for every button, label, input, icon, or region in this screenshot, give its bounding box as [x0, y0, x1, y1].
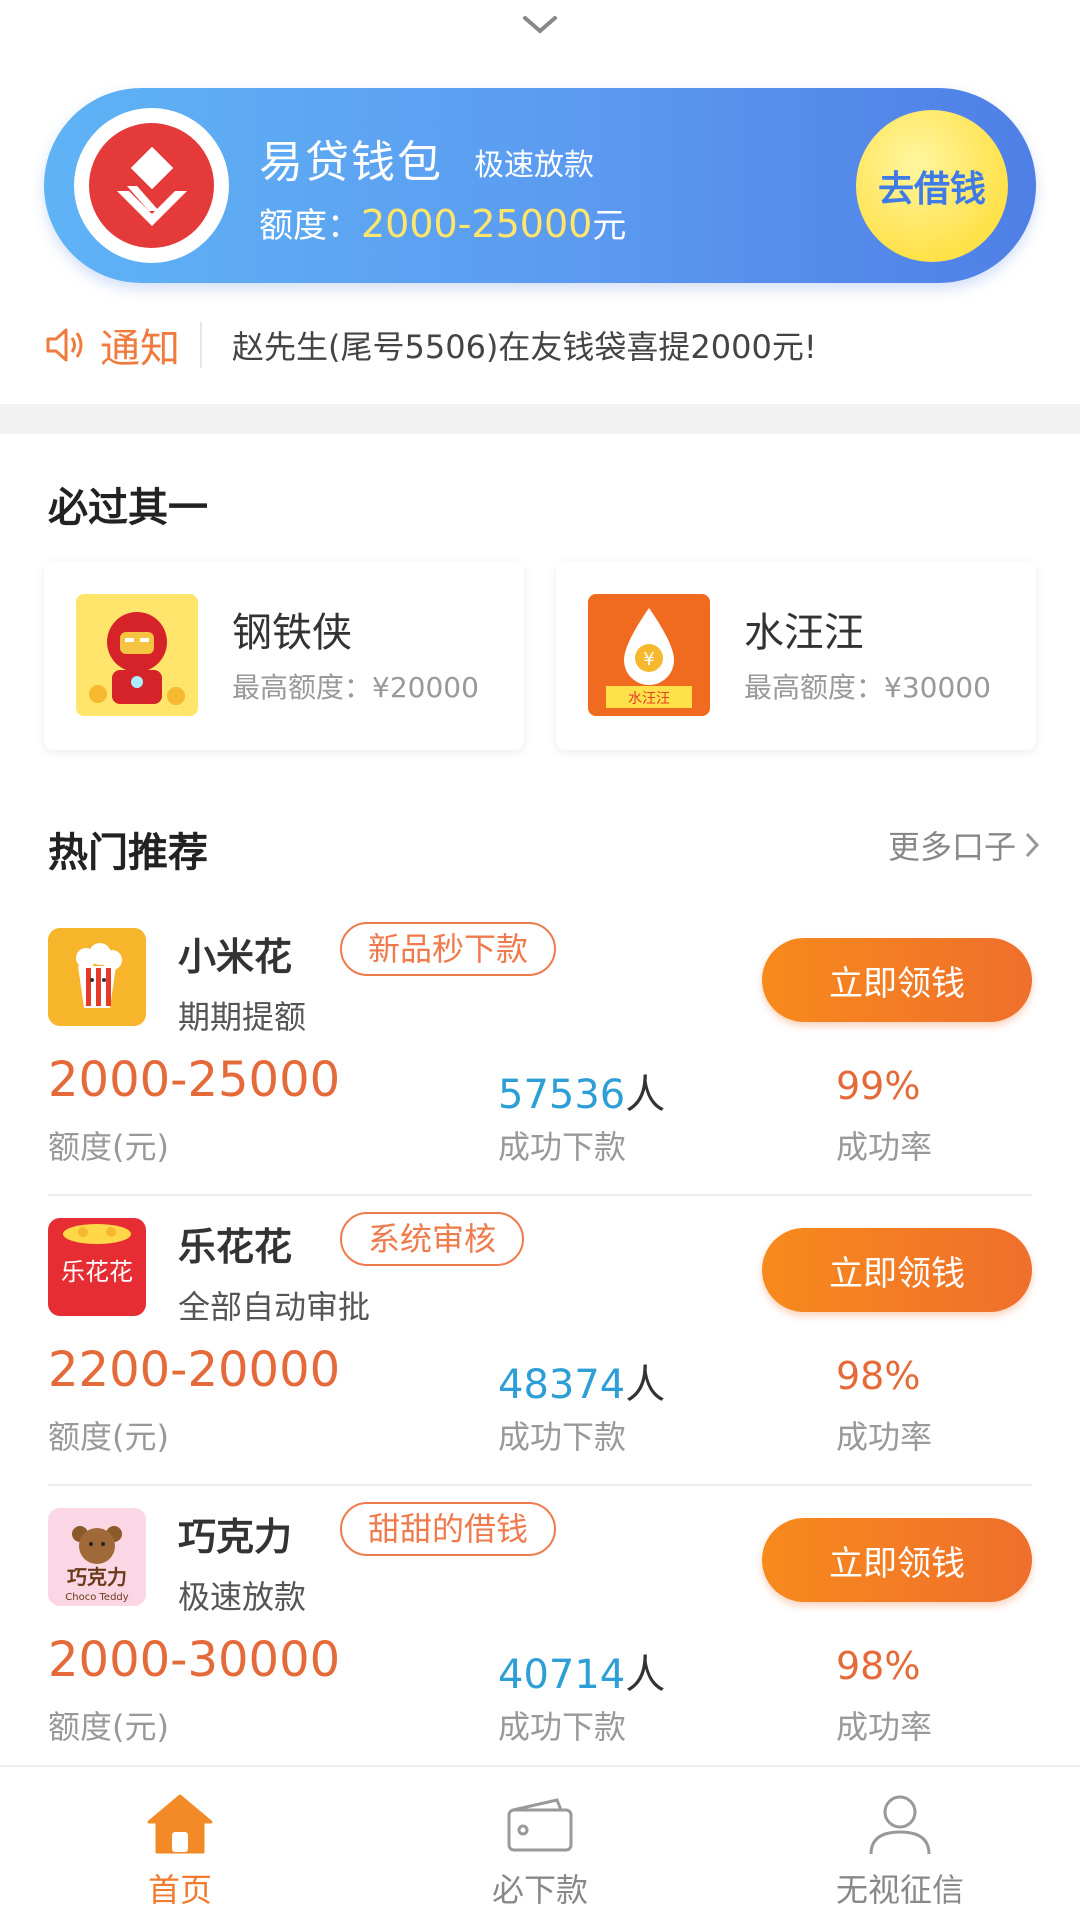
divider [48, 1484, 1032, 1486]
loan-range-label: 额度(元) [48, 1128, 169, 1166]
wallet-icon [505, 1789, 575, 1859]
banner-title: 易贷钱包 [259, 137, 443, 188]
divider [48, 1194, 1032, 1196]
loan-range: 2200-20000 [48, 1342, 341, 1398]
nav-label: 必下款 [491, 1871, 588, 1909]
loan-name: 乐花花 [178, 1225, 293, 1269]
user-icon [865, 1789, 935, 1859]
loan-rate-label: 成功率 [836, 1128, 933, 1166]
loan-subtitle: 期期提额 [178, 998, 307, 1036]
nav-item-must-lend[interactable]: 必下款 [360, 1767, 720, 1920]
loan-count: 40714人 [498, 1642, 665, 1700]
loan-name: 巧克力 [178, 1515, 293, 1559]
svg-text:¥: ¥ [643, 649, 654, 670]
ironman-app-icon [76, 594, 198, 716]
shuiwangwang-app-icon: ¥ 水汪汪 [588, 594, 710, 716]
loan-tag: 系统审核 [340, 1212, 525, 1266]
notice-bar: 通知 赵先生(尾号5506)在友钱袋喜提2000元! [44, 305, 1044, 385]
list-item[interactable]: 乐花花 乐花花 系统审核 全部自动审批 立即领钱 2200-20000 额度(元… [48, 1212, 1032, 1502]
loan-range-label: 额度(元) [48, 1418, 169, 1456]
loan-range: 2000-25000 [48, 1052, 341, 1108]
more-loans-link[interactable]: 更多口子 [888, 822, 1040, 868]
loan-rate: 99% [836, 1064, 921, 1108]
loan-subtitle: 全部自动审批 [178, 1288, 371, 1326]
hot-title: 热门推荐 [48, 830, 208, 876]
must-pass-title: 必过其一 [48, 485, 208, 531]
bottom-nav: 首页 必下款 无视征信 [0, 1765, 1080, 1920]
must-pass-name: 水汪汪 [744, 610, 864, 656]
loan-rate: 98% [836, 1644, 921, 1688]
loan-count-unit: 人 [625, 1362, 666, 1408]
loan-count: 48374人 [498, 1352, 665, 1410]
banner-quota: 额度：2000-25000元 [259, 198, 626, 247]
loan-count-value: 40714 [498, 1652, 626, 1698]
loan-subtitle: 极速放款 [178, 1578, 307, 1616]
loan-name: 小米花 [178, 935, 293, 979]
must-pass-card-gangtiexia[interactable]: 钢铁侠 最高额度：¥20000 [44, 562, 524, 750]
loan-count-value: 48374 [498, 1362, 626, 1408]
banner-logo [74, 108, 229, 263]
speaker-icon [46, 328, 83, 362]
loan-count-value: 57536 [498, 1072, 626, 1118]
loan-count: 57536人 [498, 1062, 665, 1120]
loan-rate-label: 成功率 [836, 1708, 933, 1746]
get-money-button[interactable]: 立即领钱 [762, 1518, 1032, 1602]
get-money-button[interactable]: 立即领钱 [762, 938, 1032, 1022]
banner-quota-unit: 元 [592, 206, 627, 246]
collapse-chevron[interactable] [0, 0, 1080, 50]
nav-item-home[interactable]: 首页 [0, 1767, 360, 1920]
loan-rate-label: 成功率 [836, 1418, 933, 1456]
lehuahua-icon-text: 乐花花 [61, 1258, 133, 1286]
loan-count-label: 成功下款 [498, 1128, 627, 1166]
notice-divider [200, 322, 202, 368]
list-item[interactable]: 小米花 新品秒下款 期期提额 立即领钱 2000-25000 额度(元) 575… [48, 922, 1032, 1212]
loan-rate: 98% [836, 1354, 921, 1398]
nav-label: 首页 [147, 1871, 212, 1909]
qiaokeli-app-icon: 巧克力 Choco Teddy [48, 1508, 146, 1606]
loan-range: 2000-30000 [48, 1632, 341, 1688]
xiaomihua-app-icon [48, 928, 146, 1026]
must-pass-limit: 最高额度：¥20000 [232, 671, 479, 704]
notice-text: 赵先生(尾号5506)在友钱袋喜提2000元! [232, 328, 817, 366]
nav-item-no-credit-check[interactable]: 无视征信 [720, 1767, 1080, 1920]
must-pass-limit: 最高额度：¥30000 [744, 671, 991, 704]
section-separator [0, 404, 1080, 434]
list-item[interactable]: 巧克力 Choco Teddy 巧克力 甜甜的借钱 极速放款 立即领钱 2000… [48, 1502, 1032, 1792]
loan-count-label: 成功下款 [498, 1418, 627, 1456]
chevron-right-icon [1025, 832, 1040, 858]
chevron-down-icon [523, 16, 557, 34]
qiaokeli-icon-subtext: Choco Teddy [65, 1592, 128, 1603]
qiaokeli-icon-text: 巧克力 [67, 1565, 127, 1589]
nav-label: 无视征信 [835, 1871, 964, 1909]
must-pass-name: 钢铁侠 [232, 610, 352, 656]
more-loans-label: 更多口子 [887, 828, 1016, 866]
loan-tag: 新品秒下款 [340, 922, 557, 976]
lehuahua-app-icon: 乐花花 [48, 1218, 146, 1316]
notice-label: 通知 [100, 326, 180, 372]
banner-quota-range: 2000-25000 [361, 202, 593, 246]
shuiwangwang-icon-text: 水汪汪 [628, 691, 670, 707]
home-icon [145, 1789, 215, 1859]
get-money-button[interactable]: 立即领钱 [762, 1228, 1032, 1312]
loan-tag: 甜甜的借钱 [340, 1502, 557, 1556]
yidai-logo-icon [116, 146, 187, 226]
loan-count-unit: 人 [625, 1072, 666, 1118]
banner-tag: 极速放款 [474, 148, 594, 183]
borrow-button[interactable]: 去借钱 [856, 110, 1008, 262]
loan-count-label: 成功下款 [498, 1708, 627, 1746]
loan-count-unit: 人 [625, 1652, 666, 1698]
featured-loan-banner[interactable]: 易贷钱包 极速放款 额度：2000-25000元 去借钱 [44, 88, 1036, 283]
loan-range-label: 额度(元) [48, 1708, 169, 1746]
must-pass-card-shuiwangwang[interactable]: ¥ 水汪汪 水汪汪 最高额度：¥30000 [556, 562, 1036, 750]
banner-quota-label: 额度： [259, 206, 361, 246]
